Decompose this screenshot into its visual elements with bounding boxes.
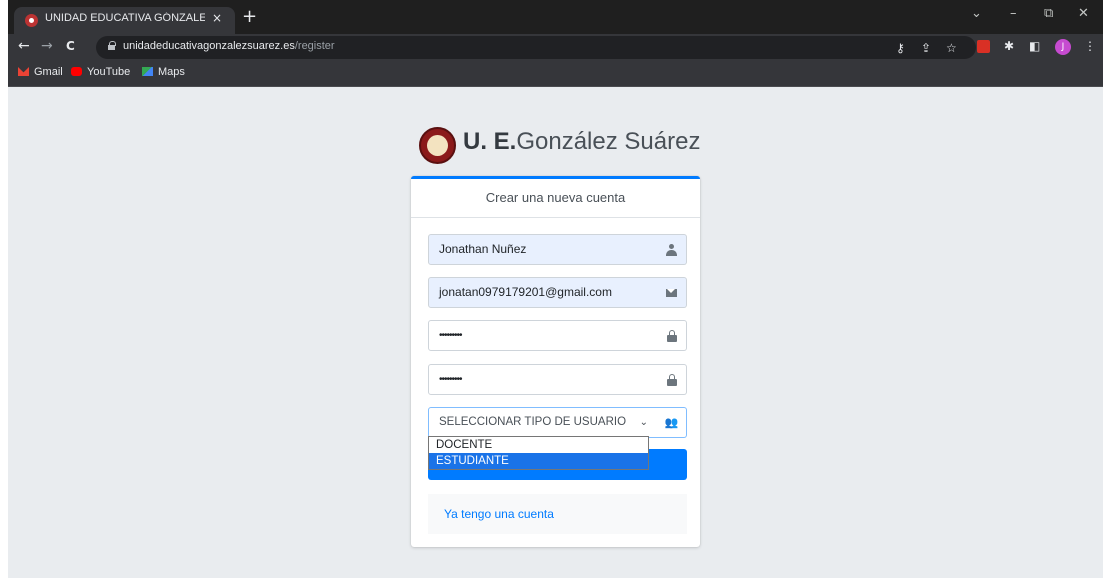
login-link[interactable]: Ya tengo una cuenta xyxy=(444,507,554,521)
password-confirm-input[interactable]: ••••••••• xyxy=(428,364,658,395)
user-icon xyxy=(666,243,677,256)
user-type-select[interactable]: SELECCIONAR TIPO DE USUARIO ⌄ xyxy=(428,407,658,438)
minimize-button[interactable]: – xyxy=(1010,6,1017,21)
forward-button[interactable]: → xyxy=(41,38,53,54)
school-logo xyxy=(419,127,456,164)
envelope-icon xyxy=(666,288,677,297)
reload-button[interactable]: C xyxy=(66,39,75,53)
card-footer: Ya tengo una cuenta xyxy=(428,494,687,534)
password-input[interactable]: ••••••••• xyxy=(428,320,658,351)
lock-icon xyxy=(666,329,677,342)
brand-name: González Suárez xyxy=(516,128,701,155)
register-card: Crear una nueva cuenta Jonathan Nuñez jo… xyxy=(411,176,700,547)
new-tab-button[interactable]: + xyxy=(242,7,257,27)
tab-search-icon[interactable]: ⌄ xyxy=(971,6,982,21)
page-content: U. E.González Suárez Crear una nueva cue… xyxy=(8,87,1103,578)
url-host: unidadeducativagonzalezsuarez.es xyxy=(123,40,295,52)
lock-icon[interactable] xyxy=(108,41,116,50)
user-type-dropdown: DOCENTE ESTUDIANTE xyxy=(428,436,649,470)
name-field: Jonathan Nuñez xyxy=(428,234,698,265)
url-text: unidadeducativagonzalezsuarez.es/registe… xyxy=(123,40,335,52)
extensions-puzzle-icon[interactable]: ✱ xyxy=(1004,39,1014,53)
name-input[interactable]: Jonathan Nuñez xyxy=(428,234,658,265)
user-type-value: SELECCIONAR TIPO DE USUARIO xyxy=(439,416,627,428)
gmail-icon xyxy=(18,67,29,76)
maps-icon xyxy=(142,67,153,76)
youtube-icon xyxy=(71,67,82,76)
bookmark-label: Gmail xyxy=(34,66,63,78)
tab-strip: UNIDAD EDUCATIVA GÓNZALEZ × + ⌄ – ⧉ ✕ xyxy=(8,0,1103,34)
bookmark-youtube[interactable]: YouTube xyxy=(71,66,130,78)
lock-icon xyxy=(666,373,677,386)
chevron-down-icon: ⌄ xyxy=(639,417,648,428)
password-addon xyxy=(657,320,687,351)
back-button[interactable]: ← xyxy=(18,38,30,54)
side-panel-icon[interactable]: ◧ xyxy=(1029,39,1040,53)
browser-toolbar: ← → C unidadeducativagonzalezsuarez.es/r… xyxy=(8,34,1103,61)
user-type-field: SELECCIONAR TIPO DE USUARIO ⌄ 👥 xyxy=(428,407,698,438)
profile-avatar[interactable]: J xyxy=(1055,39,1071,55)
bookmark-maps[interactable]: Maps xyxy=(142,66,185,78)
bookmark-star-icon[interactable]: ☆ xyxy=(946,41,957,55)
password-confirm-field: ••••••••• xyxy=(428,364,698,395)
option-estudiante[interactable]: ESTUDIANTE xyxy=(429,453,648,469)
password-confirm-addon xyxy=(657,364,687,395)
brand-title[interactable]: U. E.González Suárez xyxy=(463,128,700,156)
share-icon[interactable]: ⇪ xyxy=(921,41,931,55)
restore-button[interactable]: ⧉ xyxy=(1044,6,1053,21)
browser-menu-icon[interactable]: ⋮ xyxy=(1084,39,1096,53)
email-field: jonatan0979179201@gmail.com xyxy=(428,277,698,308)
bookmark-label: YouTube xyxy=(87,66,131,78)
tab-title: UNIDAD EDUCATIVA GÓNZALEZ xyxy=(45,12,205,24)
brand-bold: U. E. xyxy=(463,128,517,155)
name-addon xyxy=(657,234,687,265)
user-type-addon: 👥 xyxy=(657,407,687,438)
card-title: Crear una nueva cuenta xyxy=(411,179,700,218)
tab-close-icon[interactable]: × xyxy=(212,11,222,25)
password-key-icon[interactable]: ⚷ xyxy=(896,41,905,55)
password-field: ••••••••• xyxy=(428,320,698,351)
close-window-button[interactable]: ✕ xyxy=(1078,6,1089,21)
bookmarks-bar: Gmail YouTube Maps xyxy=(8,61,1103,87)
browser-window: UNIDAD EDUCATIVA GÓNZALEZ × + ⌄ – ⧉ ✕ ← … xyxy=(8,0,1103,578)
browser-tab[interactable]: UNIDAD EDUCATIVA GÓNZALEZ × xyxy=(14,7,235,34)
extension-icon[interactable] xyxy=(977,40,990,53)
address-bar[interactable]: unidadeducativagonzalezsuarez.es/registe… xyxy=(96,36,976,59)
url-path: /register xyxy=(294,40,335,52)
email-addon xyxy=(657,277,687,308)
bookmark-gmail[interactable]: Gmail xyxy=(18,66,63,78)
users-icon: 👥 xyxy=(664,416,679,429)
email-input[interactable]: jonatan0979179201@gmail.com xyxy=(428,277,658,308)
site-favicon-icon xyxy=(25,14,38,27)
option-docente[interactable]: DOCENTE xyxy=(429,437,648,453)
bookmark-label: Maps xyxy=(158,66,185,78)
